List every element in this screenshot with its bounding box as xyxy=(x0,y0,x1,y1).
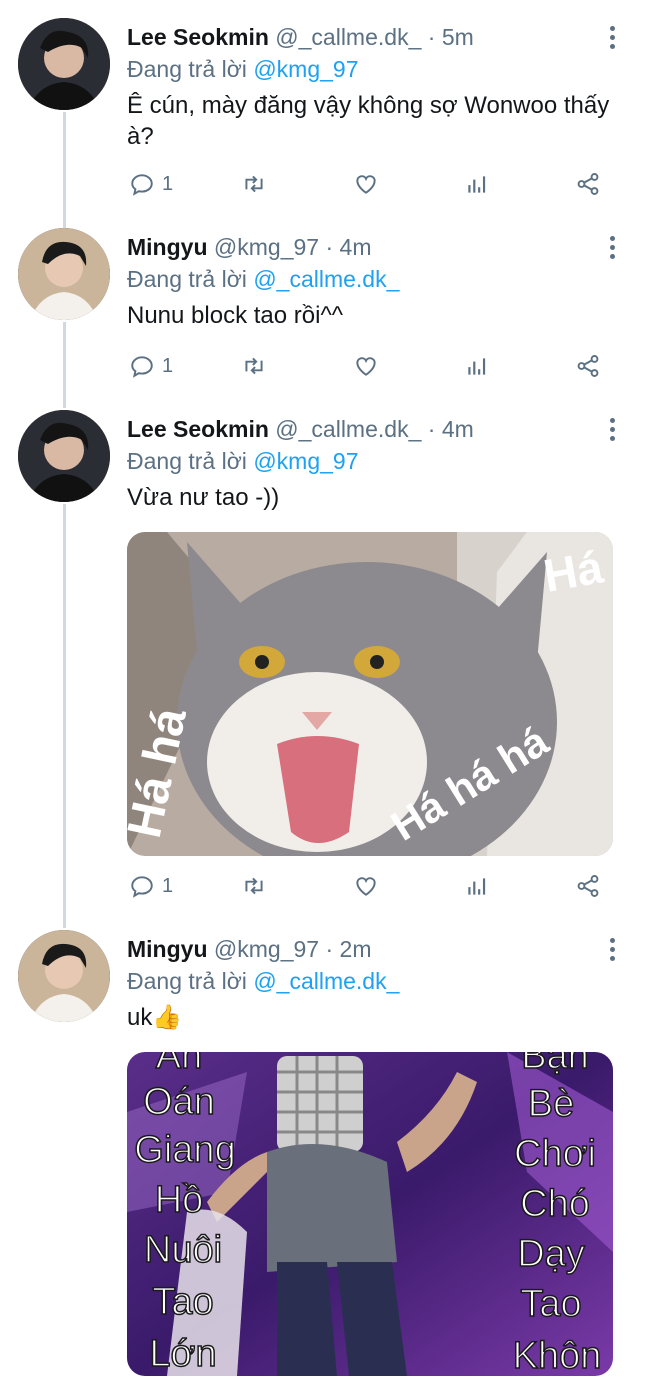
user-handle[interactable]: @kmg_97 xyxy=(214,936,319,962)
tweet-text: uk👍 xyxy=(127,1002,627,1033)
user-handle[interactable]: @_callme.dk_ xyxy=(275,24,421,50)
reply-button[interactable]: 1 xyxy=(129,350,173,382)
reply-prefix: Đang trả lời xyxy=(127,266,247,292)
retweet-button[interactable] xyxy=(241,168,267,200)
reply-context: Đang trả lời @_callme.dk_ xyxy=(127,968,399,995)
timestamp[interactable]: 5m xyxy=(442,24,474,50)
share-icon xyxy=(577,355,599,377)
reply-icon xyxy=(131,174,153,196)
display-name[interactable]: Mingyu xyxy=(127,234,208,260)
share-button[interactable] xyxy=(575,168,601,200)
share-icon xyxy=(577,875,599,897)
more-icon[interactable] xyxy=(610,26,618,53)
meme-left-word: Ăn xyxy=(156,1052,202,1077)
meme-right-word: Tao xyxy=(520,1283,581,1325)
analytics-icon xyxy=(468,176,486,193)
action-bar: 1 xyxy=(127,870,617,902)
share-button[interactable] xyxy=(575,350,601,382)
meme-right-word: Dạy xyxy=(517,1233,585,1275)
analytics-icon xyxy=(468,358,486,375)
like-icon xyxy=(356,357,376,376)
reply-context: Đang trả lời @_callme.dk_ xyxy=(127,266,399,293)
reply-handle-link[interactable]: @kmg_97 xyxy=(253,448,358,474)
more-icon[interactable] xyxy=(610,418,618,445)
meme-left-word: Oán xyxy=(143,1081,215,1123)
analytics-button[interactable] xyxy=(464,350,490,382)
reply-button[interactable]: 1 xyxy=(129,168,173,200)
meme-right-word: Bè xyxy=(528,1083,574,1125)
more-icon[interactable] xyxy=(610,236,618,263)
avatar[interactable] xyxy=(18,930,110,1022)
tweet-2[interactable]: Mingyu @kmg_97 · 4m Đang trả lời @_callm… xyxy=(0,228,648,398)
analytics-button[interactable] xyxy=(464,870,490,902)
like-icon xyxy=(356,877,376,896)
retweet-button[interactable] xyxy=(241,870,267,902)
tweet-image[interactable]: Ăn Oán Giang Hồ Nuôi Tao Lớn Bạn Bè Chơi… xyxy=(127,1052,613,1376)
like-button[interactable] xyxy=(353,168,379,200)
reply-count: 1 xyxy=(162,354,174,377)
like-button[interactable] xyxy=(353,350,379,382)
tweet-text: Nunu block tao rồi^^ xyxy=(127,302,343,329)
timestamp[interactable]: 4m xyxy=(442,416,474,442)
display-name[interactable]: Lee Seokmin xyxy=(127,416,269,442)
reply-count: 1 xyxy=(162,874,174,897)
time-separator: · xyxy=(319,936,340,962)
retweet-button[interactable] xyxy=(241,350,267,382)
meme-left-word: Giang xyxy=(134,1129,235,1171)
tweet-3[interactable]: Lee Seokmin @_callme.dk_ · 4m Đang trả l… xyxy=(0,410,648,910)
reply-button[interactable]: 1 xyxy=(129,870,173,902)
reply-prefix: Đang trả lời xyxy=(127,56,247,82)
avatar[interactable] xyxy=(18,228,110,320)
like-button[interactable] xyxy=(353,870,379,902)
reply-handle-link[interactable]: @_callme.dk_ xyxy=(253,266,399,292)
retweet-icon xyxy=(245,357,263,375)
reply-icon xyxy=(131,356,153,378)
retweet-icon xyxy=(245,877,263,895)
meme-right-word: Bạn xyxy=(521,1052,589,1077)
avatar[interactable] xyxy=(18,410,110,502)
thumbs-up-emoji: 👍 xyxy=(152,1004,183,1031)
reply-context: Đang trả lời @kmg_97 xyxy=(127,448,359,475)
tweet-4[interactable]: Mingyu @kmg_97 · 2m Đang trả lời @_callm… xyxy=(0,930,648,1390)
analytics-icon xyxy=(468,878,486,895)
display-name[interactable]: Lee Seokmin xyxy=(127,24,269,50)
timestamp[interactable]: 2m xyxy=(340,936,372,962)
meme-right-word: Chơi xyxy=(514,1133,596,1175)
reply-count: 1 xyxy=(162,172,174,195)
meme-left-word: Nuôi xyxy=(144,1229,222,1271)
meme-left-word: Hồ xyxy=(155,1179,204,1221)
action-bar: 1 xyxy=(127,350,617,382)
reply-handle-link[interactable]: @_callme.dk_ xyxy=(253,968,399,994)
user-handle[interactable]: @_callme.dk_ xyxy=(275,416,421,442)
reply-prefix: Đang trả lời xyxy=(127,968,247,994)
time-separator: · xyxy=(421,24,442,50)
reply-prefix: Đang trả lời xyxy=(127,448,247,474)
analytics-button[interactable] xyxy=(464,168,490,200)
tweet-text-body: uk xyxy=(127,1004,153,1031)
tweet-text: Ê cún, mày đăng vậy không sợ Wonwoo thấy… xyxy=(127,92,610,150)
timestamp[interactable]: 4m xyxy=(340,234,372,260)
meme-right-word: Chó xyxy=(520,1183,590,1225)
share-icon xyxy=(577,173,599,195)
retweet-icon xyxy=(245,175,263,193)
more-icon[interactable] xyxy=(610,938,618,965)
action-bar: 1 xyxy=(127,168,617,200)
meme-right-word: Khôn xyxy=(513,1335,602,1376)
tweet-1[interactable]: Lee Seokmin @_callme.dk_ · 5m Đang trả l… xyxy=(0,18,648,218)
share-button[interactable] xyxy=(575,870,601,902)
like-icon xyxy=(356,175,376,194)
tweet-image[interactable]: Há há Há há há Há há xyxy=(127,532,613,856)
display-name[interactable]: Mingyu xyxy=(127,936,208,962)
time-separator: · xyxy=(319,234,340,260)
time-separator: · xyxy=(421,416,442,442)
meme-left-word: Lớn xyxy=(149,1333,216,1375)
user-handle[interactable]: @kmg_97 xyxy=(214,234,319,260)
tweet-text: Vừa nư tao -)) xyxy=(127,484,280,511)
reply-context: Đang trả lời @kmg_97 xyxy=(127,56,359,83)
reply-icon xyxy=(131,876,153,898)
meme-left-word: Tao xyxy=(152,1281,213,1323)
avatar[interactable] xyxy=(18,18,110,110)
reply-handle-link[interactable]: @kmg_97 xyxy=(253,56,358,82)
